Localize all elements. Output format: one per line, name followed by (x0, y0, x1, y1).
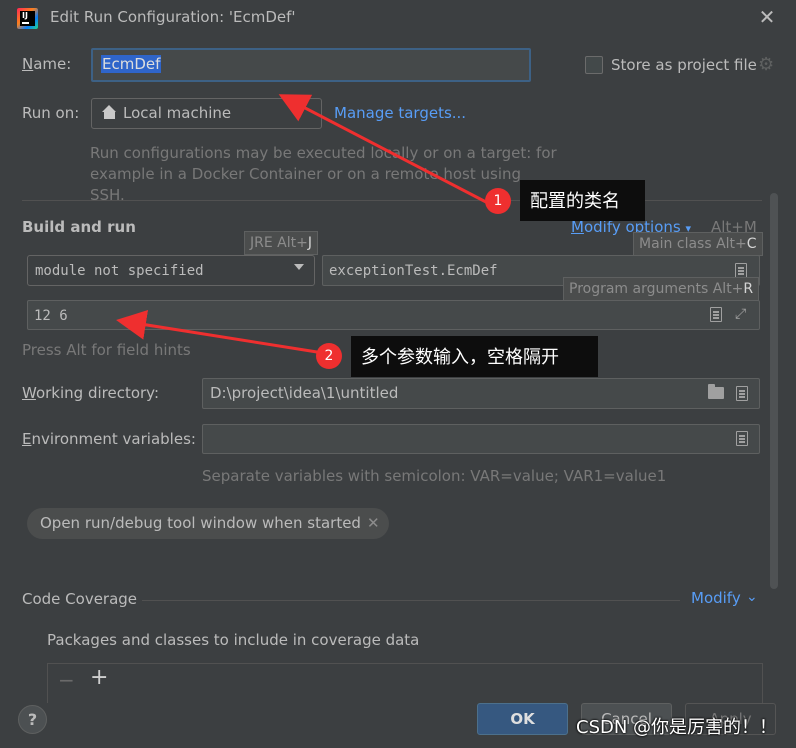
ok-button[interactable]: OK (477, 703, 568, 735)
working-directory-label: Working directory: (22, 384, 160, 402)
vertical-scrollbar[interactable] (770, 193, 778, 589)
gear-icon[interactable]: ⚙ (758, 54, 774, 75)
manage-targets-link[interactable]: Manage targets... (334, 104, 466, 122)
browse-document-icon[interactable] (735, 263, 747, 278)
coverage-packages-label: Packages and classes to include in cover… (47, 631, 420, 649)
main-class-hint-tooltip: Main class Alt+C (633, 232, 763, 256)
working-directory-value: D:\project\idea\1\untitled (210, 384, 399, 402)
open-run-tool-window-label: Open run/debug tool window when started (40, 514, 361, 532)
main-class-value: exceptionTest.EcmDef (329, 263, 498, 279)
program-arguments-value: 12 6 (34, 308, 68, 324)
annotation-callout-2: 多个参数输入，空格隔开 (351, 336, 598, 377)
annotation-badge-1: 1 (485, 188, 511, 214)
close-icon[interactable]: ✕ (756, 6, 778, 28)
annotation-badge-2: 2 (316, 343, 342, 369)
help-button[interactable]: ? (18, 705, 47, 734)
separator (142, 600, 680, 601)
run-on-select[interactable]: Local machine (91, 98, 322, 129)
remove-chip-icon[interactable]: ✕ (367, 514, 380, 532)
module-select-value: module not specified (35, 263, 204, 279)
home-icon (102, 105, 117, 119)
intellij-logo-icon: IJ (17, 8, 38, 29)
store-as-project-file-checkbox[interactable] (585, 56, 603, 74)
environment-variables-help-text: Separate variables with semicolon: VAR=v… (202, 467, 667, 485)
environment-variables-label: Environment variables: (22, 430, 196, 448)
chevron-down-icon[interactable]: ⌄ (746, 589, 758, 605)
name-input-value: EcmDef (101, 55, 162, 73)
coverage-modify-link[interactable]: Modify (691, 589, 741, 607)
alt-field-hint-text: Press Alt for field hints (22, 341, 191, 359)
open-run-tool-window-chip[interactable]: Open run/debug tool window when started … (27, 508, 389, 539)
code-coverage-heading: Code Coverage (22, 590, 138, 608)
document-icon[interactable] (736, 431, 748, 446)
plus-icon[interactable]: + (90, 665, 108, 690)
program-arguments-input[interactable]: 12 6 ⤢ (27, 300, 760, 330)
jre-hint-tooltip: JRE Alt+J (244, 231, 318, 255)
store-as-project-file-label[interactable]: Store as project file (611, 56, 757, 74)
environment-variables-input[interactable] (202, 424, 760, 454)
window-title: Edit Run Configuration: 'EcmDef' (50, 8, 296, 26)
name-label: Name: (22, 55, 72, 73)
expand-icon[interactable]: ⤢ (735, 307, 750, 322)
minus-icon[interactable]: − (58, 668, 75, 692)
folder-icon[interactable] (708, 384, 724, 399)
run-on-label: Run on: (22, 104, 80, 122)
document-icon[interactable] (710, 307, 722, 322)
run-on-value: Local machine (123, 104, 232, 122)
program-arguments-hint-tooltip: Program arguments Alt+R (563, 277, 760, 301)
document-icon[interactable] (736, 386, 748, 401)
coverage-packages-list[interactable]: − + (47, 663, 763, 703)
module-select[interactable]: module not specified (27, 255, 315, 286)
working-directory-input[interactable]: D:\project\idea\1\untitled (202, 378, 760, 409)
csdn-watermark: CSDN @你是厉害的！！ (576, 717, 778, 738)
build-and-run-heading: Build and run (22, 218, 136, 236)
chevron-down-icon (294, 264, 304, 270)
separator (22, 200, 762, 201)
annotation-callout-1: 配置的类名 (520, 180, 645, 221)
name-input[interactable]: EcmDef (91, 48, 531, 82)
